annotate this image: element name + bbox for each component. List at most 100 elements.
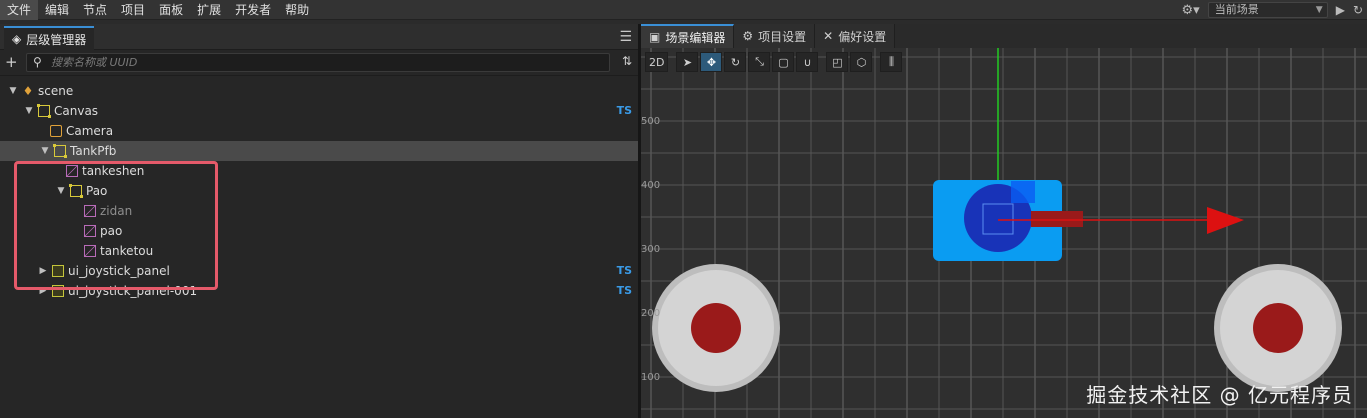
sprite-icon: [84, 205, 96, 217]
search-row: + ⚲ ⇅: [0, 50, 638, 76]
chevron-right-icon[interactable]: ▶: [38, 266, 48, 276]
node-label: Canvas: [54, 104, 99, 118]
tree-node-joystick[interactable]: ▶ ui_joystick_panel TS: [0, 261, 638, 281]
menu-panel[interactable]: 面板: [152, 0, 190, 20]
preview-settings-icon[interactable]: ⚙▾: [1182, 3, 1200, 18]
pivot-icon[interactable]: ◰: [826, 52, 849, 72]
scene-editor-icon: ▣: [649, 30, 661, 44]
magnet-tool-icon[interactable]: ∪: [796, 52, 819, 72]
editor-tabs: ▣ 场景编辑器 ⚙ 项目设置 ✕ 偏好设置: [641, 24, 1367, 48]
scene-select[interactable]: 当前场景 ▼: [1207, 2, 1328, 18]
menu-project[interactable]: 项目: [114, 0, 152, 20]
sort-icon[interactable]: ⇅: [622, 54, 632, 68]
sprite-icon: [84, 245, 96, 257]
tree-node-tankeshen[interactable]: tankeshen: [0, 161, 638, 181]
y-axis-label: 400: [641, 180, 661, 191]
align-icon[interactable]: ⫼: [880, 52, 903, 72]
joystick-left-knob[interactable]: [691, 303, 741, 353]
search-box: ⚲: [26, 53, 610, 72]
menu-bar: 文件 编辑 节点 项目 面板 扩展 开发者 帮助 ⚙▾ 当前场景 ▼ ▶ ↻: [0, 0, 1367, 20]
tree-node-zidan[interactable]: zidan: [0, 201, 638, 221]
tab-label: 场景编辑器: [665, 30, 726, 45]
chevron-down-icon[interactable]: ▼: [40, 146, 50, 156]
menu-help[interactable]: 帮助: [278, 0, 316, 20]
scale-tool-icon[interactable]: ⤡: [748, 52, 771, 72]
ts-badge: TS: [616, 264, 632, 277]
add-node-icon[interactable]: +: [5, 53, 18, 71]
chevron-right-icon[interactable]: ▶: [38, 286, 48, 296]
node-label: ui_joystick_panel-001: [68, 284, 198, 298]
chevron-down-icon[interactable]: ▼: [56, 186, 66, 196]
camera-icon: [50, 125, 62, 137]
node-label: pao: [100, 224, 123, 238]
move-tool-icon[interactable]: ✥: [700, 52, 723, 72]
tree-node-joystick-001[interactable]: ▶ ui_joystick_panel-001 TS: [0, 281, 638, 301]
tab-preferences[interactable]: ✕ 偏好设置: [815, 24, 896, 48]
scene-viewport[interactable]: 500 400 300 200 100 2D ➤ ✥ ↻ ⤡ ▢ ∪ ◰ ⬡ ⫼…: [641, 48, 1367, 418]
tree-node-scene[interactable]: ▼ ♦ scene: [0, 81, 638, 101]
search-icon: ⚲: [33, 55, 42, 69]
tree-node-camera[interactable]: Camera: [0, 121, 638, 141]
menu-file[interactable]: 文件: [0, 0, 39, 20]
node-label: Camera: [66, 124, 114, 138]
tank-barrel[interactable]: [1031, 211, 1083, 227]
mode-2d-button[interactable]: 2D: [645, 52, 669, 72]
refresh-icon[interactable]: ↻: [1353, 3, 1367, 17]
scene-icon: ♦: [22, 84, 34, 98]
tree-node-tanketou[interactable]: tanketou: [0, 241, 638, 261]
panel-icon: [52, 285, 64, 297]
node-tree: ▼ ♦ scene ▼ Canvas TS Camera ▼ TankPfb t…: [0, 81, 638, 301]
local-global-icon[interactable]: ⬡: [850, 52, 873, 72]
tab-hierarchy[interactable]: ◈ 层级管理器: [4, 26, 95, 50]
tab-label: 偏好设置: [838, 29, 887, 44]
joystick-right-knob[interactable]: [1253, 303, 1303, 353]
node-label: Pao: [86, 184, 108, 198]
menu-icon[interactable]: ☰: [619, 29, 632, 45]
sprite-icon: [66, 165, 78, 177]
sprite-icon: [84, 225, 96, 237]
x-axis-arrow[interactable]: [1207, 207, 1244, 234]
tab-scene-editor[interactable]: ▣ 场景编辑器: [641, 24, 735, 48]
node-label: ui_joystick_panel: [68, 264, 170, 278]
watermark: 掘金技术社区 @ 亿元程序员: [1086, 383, 1353, 407]
scene-editor-panel: ▣ 场景编辑器 ⚙ 项目设置 ✕ 偏好设置 500 400 300 200 10…: [641, 24, 1367, 418]
node-icon: [69, 184, 83, 198]
tab-project-settings[interactable]: ⚙ 项目设置: [734, 24, 816, 48]
scene-toolbar: 2D ➤ ✥ ↻ ⤡ ▢ ∪ ◰ ⬡ ⫼: [645, 52, 903, 74]
y-axis-label: 500: [641, 116, 661, 127]
tree-node-canvas[interactable]: ▼ Canvas TS: [0, 101, 638, 121]
rect-tool-icon[interactable]: ▢: [772, 52, 795, 72]
y-axis-label: 100: [641, 372, 661, 383]
wrench-icon: ✕: [823, 29, 834, 43]
select-tool-icon[interactable]: ➤: [676, 52, 699, 72]
node-icon: [37, 104, 51, 118]
menu-extension[interactable]: 扩展: [190, 0, 228, 20]
chevron-down-icon: ▼: [1315, 5, 1323, 15]
gear-icon: ⚙: [742, 29, 754, 43]
ts-badge: TS: [616, 284, 632, 297]
node-label: TankPfb: [70, 144, 117, 158]
layers-icon: ◈: [12, 32, 22, 46]
tree-node-tankpfb[interactable]: ▼ TankPfb: [0, 141, 638, 161]
panel-icon: [52, 265, 64, 277]
search-input[interactable]: [51, 55, 591, 70]
play-icon[interactable]: ▶: [1336, 3, 1345, 17]
menu-developer[interactable]: 开发者: [228, 0, 278, 20]
node-label: scene: [38, 84, 74, 98]
tree-node-pao[interactable]: pao: [0, 221, 638, 241]
scene-canvas: [641, 48, 1367, 418]
node-label: zidan: [100, 204, 133, 218]
hierarchy-title: 层级管理器: [26, 32, 87, 47]
menu-edit[interactable]: 编辑: [38, 0, 76, 20]
chevron-down-icon[interactable]: ▼: [24, 106, 34, 116]
menu-node[interactable]: 节点: [76, 0, 114, 20]
node-label: tankeshen: [82, 164, 145, 178]
node-label: tanketou: [100, 244, 154, 258]
tree-node-pao-parent[interactable]: ▼ Pao: [0, 181, 638, 201]
chevron-down-icon[interactable]: ▼: [8, 86, 18, 96]
y-axis-label: 300: [641, 244, 661, 255]
rotate-tool-icon[interactable]: ↻: [724, 52, 747, 72]
tank-turret-highlight: [1011, 181, 1035, 203]
y-axis-label: 200: [641, 308, 661, 319]
hierarchy-header: ◈ 层级管理器 ☰: [0, 24, 638, 50]
